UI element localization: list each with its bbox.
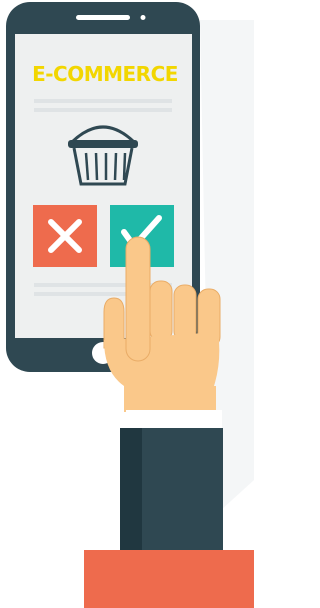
phone-speaker	[76, 15, 130, 20]
reject-button[interactable]	[33, 205, 97, 267]
text-line	[34, 99, 172, 103]
illustration: E-COMMERCE	[0, 0, 254, 608]
phone-camera	[140, 15, 146, 20]
phone-hand-illustration	[6, 2, 254, 608]
brand-title: E-COMMERCE	[32, 62, 178, 86]
cuff	[84, 550, 254, 608]
text-line	[34, 108, 172, 112]
index-finger	[125, 236, 151, 362]
